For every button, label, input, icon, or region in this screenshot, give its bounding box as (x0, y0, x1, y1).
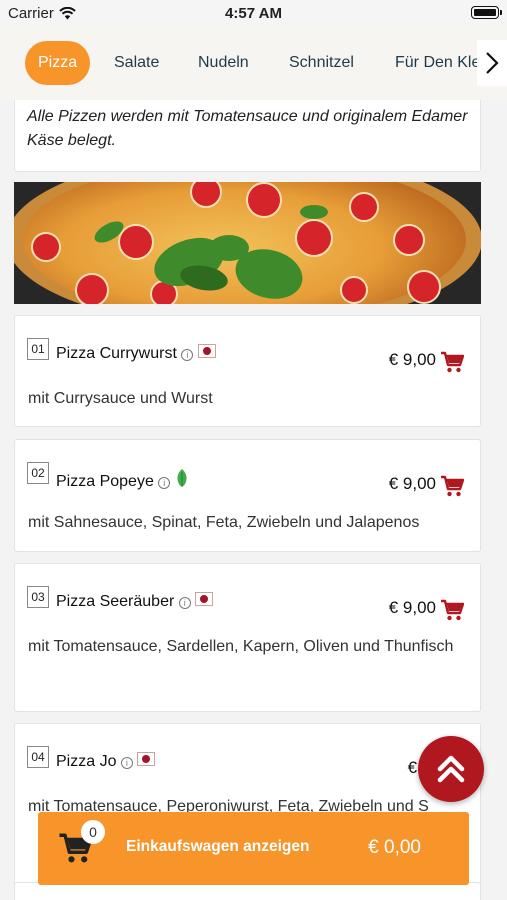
category-tabs: Pizza Salate Nudeln Schnitzel Für Den Kl… (0, 26, 507, 100)
double-chevron-up-icon (437, 755, 465, 783)
add-to-cart-icon[interactable] (440, 599, 464, 621)
spicy-icon (137, 752, 156, 766)
view-cart-button[interactable]: 0 Einkaufswagen anzeigen € 0,00 (38, 812, 469, 885)
item-description: mit Currysauce und Wurst (28, 390, 213, 407)
item-number: 01 (27, 338, 49, 360)
item-price: € 9,00 (388, 350, 436, 369)
item-name: Pizza Seeräuber i (56, 592, 214, 611)
tab-fuer-den-kleinen[interactable]: Für Den Kle (395, 41, 480, 85)
info-icon[interactable]: i (158, 477, 171, 489)
item-name: Pizza Popeye i (56, 468, 189, 491)
item-name: Pizza Currywurst i (56, 344, 216, 363)
tab-pizza[interactable]: Pizza (25, 41, 91, 85)
scroll-to-top-button[interactable] (418, 736, 484, 802)
item-name-text: Pizza Popeye (56, 473, 154, 490)
item-name: Pizza Jo i (56, 752, 156, 771)
list-item[interactable]: 02 Pizza Popeye i € 9,00 mit Sahnesauce,… (14, 439, 481, 552)
cart-label: Einkaufswagen anzeigen (126, 838, 310, 855)
cart-count-badge: 0 (81, 820, 105, 844)
info-icon[interactable]: i (181, 349, 194, 361)
scroll-right-button[interactable] (477, 40, 507, 86)
chevron-right-icon (486, 52, 499, 74)
item-price: € 9,00 (388, 474, 436, 493)
cart-total: € 0,00 (368, 837, 421, 858)
category-description: Alle Pizzen werden mit Tomatensauce und … (14, 100, 481, 172)
tab-salate[interactable]: Salate (114, 41, 159, 85)
spicy-icon (197, 344, 216, 358)
vegetarian-leaf-icon (177, 469, 187, 487)
status-bar: Carrier 4:57 AM (0, 0, 507, 26)
item-name-text: Pizza Seeräuber (56, 593, 175, 610)
spicy-icon (195, 592, 214, 606)
item-number: 03 (27, 586, 49, 608)
tab-nudeln[interactable]: Nudeln (198, 41, 249, 85)
clock: 4:57 AM (225, 5, 282, 22)
add-to-cart-icon[interactable] (440, 475, 464, 497)
info-icon[interactable]: i (120, 757, 133, 769)
item-name-text: Pizza Currywurst (56, 345, 177, 362)
item-description: mit Sahnesauce, Spinat, Feta, Zwiebeln u… (28, 514, 420, 531)
item-number: 02 (27, 462, 49, 484)
list-item[interactable]: 01 Pizza Currywurst i € 9,00 mit Currysa… (14, 315, 481, 427)
item-price: € 9,00 (388, 598, 436, 617)
add-to-cart-icon[interactable] (440, 351, 464, 373)
item-name-text: Pizza Jo (56, 753, 117, 770)
info-icon[interactable]: i (178, 597, 191, 609)
item-description: mit Tomatensauce, Sardellen, Kapern, Oli… (28, 638, 454, 655)
category-image (14, 182, 481, 304)
item-number: 04 (27, 746, 49, 768)
battery-icon (471, 6, 502, 19)
tab-schnitzel[interactable]: Schnitzel (289, 41, 354, 85)
list-item[interactable]: 03 Pizza Seeräuber i € 9,00 mit Tomatens… (14, 563, 481, 712)
